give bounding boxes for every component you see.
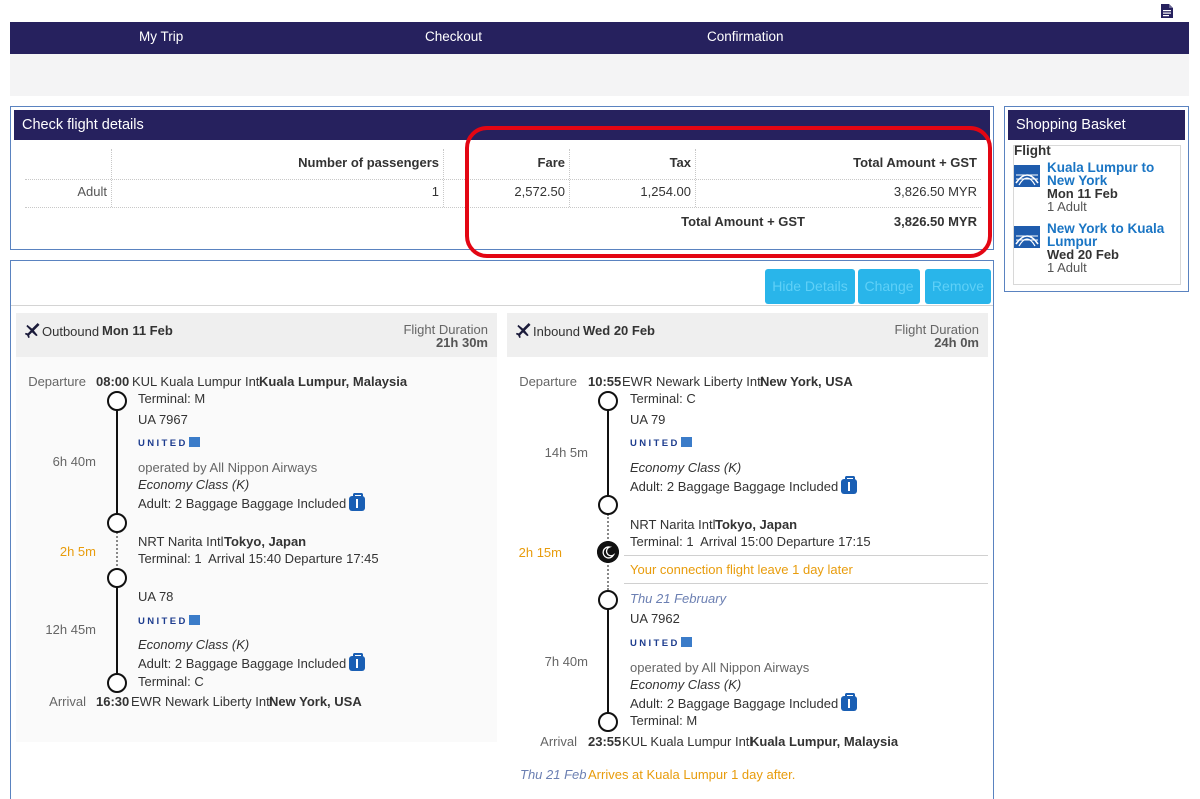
arrival-airport: KUL Kuala Lumpur Intl bbox=[622, 734, 753, 749]
departure-city: Kuala Lumpur, Malaysia bbox=[259, 374, 408, 389]
timeline-node bbox=[598, 590, 618, 610]
nav-step-my-trip[interactable]: My Trip bbox=[139, 29, 183, 44]
arrival-airport: EWR Newark Liberty Intl bbox=[131, 694, 273, 709]
highlight-annotation bbox=[465, 126, 992, 258]
united-globe-icon bbox=[1014, 226, 1040, 248]
change-button[interactable]: Change bbox=[858, 269, 920, 304]
col-header-passengers: Number of passengers bbox=[298, 155, 439, 170]
united-logo: UNITED bbox=[138, 615, 200, 627]
connection-city: Tokyo, Japan bbox=[224, 534, 307, 549]
flight-number: UA 79 bbox=[630, 412, 666, 427]
arrival-label: Arrival bbox=[540, 734, 577, 749]
united-logo: UNITED bbox=[630, 637, 692, 649]
united-logo: UNITED bbox=[138, 437, 200, 449]
cabin-class: Economy Class (K) bbox=[138, 637, 250, 652]
arrival-city: New York, USA bbox=[269, 694, 362, 709]
arrival-time: 16:30 bbox=[96, 694, 130, 709]
connection-times: Terminal: 1 Arrival 15:40 Departure 17:4… bbox=[138, 551, 379, 566]
segment-date: Thu 21 February bbox=[630, 591, 727, 606]
checkout-progress-nav: My Trip Checkout Confirmation bbox=[10, 22, 1189, 54]
flight-number: UA 7962 bbox=[630, 611, 680, 626]
basket-section-title: Flight bbox=[1014, 143, 1051, 158]
timeline-node bbox=[107, 513, 127, 533]
nav-step-confirmation[interactable]: Confirmation bbox=[707, 29, 784, 44]
hide-details-button[interactable]: Hide Details bbox=[765, 269, 855, 304]
arrival-label: Arrival bbox=[49, 694, 86, 709]
airplane-icon bbox=[25, 323, 40, 338]
segment-duration: 12h 45m bbox=[45, 622, 96, 637]
terminal: Terminal: M bbox=[138, 391, 206, 406]
baggage-info: Adult: 2 Baggage Baggage Included bbox=[630, 476, 858, 494]
departure-label: Departure bbox=[519, 374, 577, 389]
departure-airport: KUL Kuala Lumpur Intl bbox=[132, 374, 263, 389]
connection-times: Terminal: 1 Arrival 15:00 Departure 17:1… bbox=[630, 534, 871, 549]
baggage-icon bbox=[841, 693, 858, 711]
inbound-duration: 24h 0m bbox=[934, 335, 979, 350]
layover-duration: 2h 5m bbox=[59, 544, 96, 559]
cabin-class: Economy Class (K) bbox=[630, 460, 742, 475]
shopping-basket: Shopping Basket Flight Kuala Lumpur to N… bbox=[1004, 106, 1189, 292]
flight-number: UA 7967 bbox=[138, 412, 188, 427]
document-icon[interactable] bbox=[1161, 4, 1173, 18]
inbound-date: Wed 20 Feb bbox=[583, 323, 656, 338]
arrival-city: Kuala Lumpur, Malaysia bbox=[750, 734, 899, 749]
departure-time: 10:55 bbox=[588, 374, 622, 389]
departure-city: New York, USA bbox=[760, 374, 853, 389]
segment-duration: 7h 40m bbox=[544, 654, 588, 669]
baggage-info: Adult: 2 Baggage Baggage Included bbox=[630, 693, 858, 711]
connection-airport: NRT Narita Intl bbox=[138, 534, 224, 549]
passenger-count: 1 bbox=[431, 184, 439, 199]
departure-label: Departure bbox=[28, 374, 86, 389]
baggage-icon bbox=[841, 476, 858, 494]
connection-warning: Your connection flight leave 1 day later bbox=[630, 562, 853, 577]
flight-number: UA 78 bbox=[138, 589, 174, 604]
timeline-node bbox=[598, 495, 618, 515]
outbound-label: Outbound bbox=[42, 324, 100, 339]
arrival-time: 23:55 bbox=[588, 734, 622, 749]
inbound-header: Inbound Wed 20 Feb Flight Duration 24h 0… bbox=[507, 313, 988, 357]
outbound-date: Mon 11 Feb bbox=[102, 323, 173, 338]
outbound-duration: 21h 30m bbox=[435, 335, 488, 350]
arrival-note: Arrives at Kuala Lumpur 1 day after. bbox=[588, 767, 796, 782]
operated-by: operated by All Nippon Airways bbox=[630, 660, 810, 675]
passenger-type: Adult bbox=[77, 184, 107, 199]
basket-pax: 1 Adult bbox=[1047, 260, 1087, 275]
timeline-node bbox=[107, 568, 127, 588]
terminal: Terminal: C bbox=[630, 391, 696, 406]
sub-bar bbox=[10, 54, 1189, 96]
arrival-note-date: Thu 21 Feb bbox=[520, 767, 587, 782]
segment-duration: 6h 40m bbox=[52, 454, 96, 469]
remove-button[interactable]: Remove bbox=[925, 269, 991, 304]
connection-city: Tokyo, Japan bbox=[715, 517, 798, 532]
timeline-node bbox=[107, 673, 127, 693]
connection-airport: NRT Narita Intl bbox=[630, 517, 716, 532]
itinerary-details: Hide Details Change Remove Outbound Mon … bbox=[10, 260, 994, 799]
baggage-icon bbox=[349, 493, 366, 511]
outbound-header: Outbound Mon 11 Feb Flight Duration 21h … bbox=[16, 313, 497, 357]
timeline-node bbox=[107, 391, 127, 411]
departure-time: 08:00 bbox=[96, 374, 130, 389]
operated-by: operated by All Nippon Airways bbox=[138, 460, 318, 475]
terminal: Terminal: C bbox=[138, 674, 204, 689]
baggage-info: Adult: 2 Baggage Baggage Included bbox=[138, 653, 366, 671]
inbound-label: Inbound bbox=[533, 324, 580, 339]
airplane-icon bbox=[516, 323, 531, 338]
baggage-icon bbox=[349, 653, 366, 671]
segment-duration: 14h 5m bbox=[544, 445, 588, 460]
departure-airport: EWR Newark Liberty Intl bbox=[622, 374, 764, 389]
basket-pax: 1 Adult bbox=[1047, 199, 1087, 214]
cabin-class: Economy Class (K) bbox=[138, 477, 250, 492]
overnight-moon-icon bbox=[597, 541, 619, 563]
united-globe-icon bbox=[1014, 165, 1040, 187]
nav-step-checkout[interactable]: Checkout bbox=[425, 29, 482, 44]
terminal: Terminal: M bbox=[630, 713, 698, 728]
cabin-class: Economy Class (K) bbox=[630, 677, 742, 692]
united-logo: UNITED bbox=[630, 437, 692, 449]
basket-title: Shopping Basket bbox=[1008, 110, 1185, 140]
timeline-node bbox=[598, 712, 618, 732]
timeline-node bbox=[598, 391, 618, 411]
layover-duration: 2h 15m bbox=[518, 545, 562, 560]
baggage-info: Adult: 2 Baggage Baggage Included bbox=[138, 493, 366, 511]
